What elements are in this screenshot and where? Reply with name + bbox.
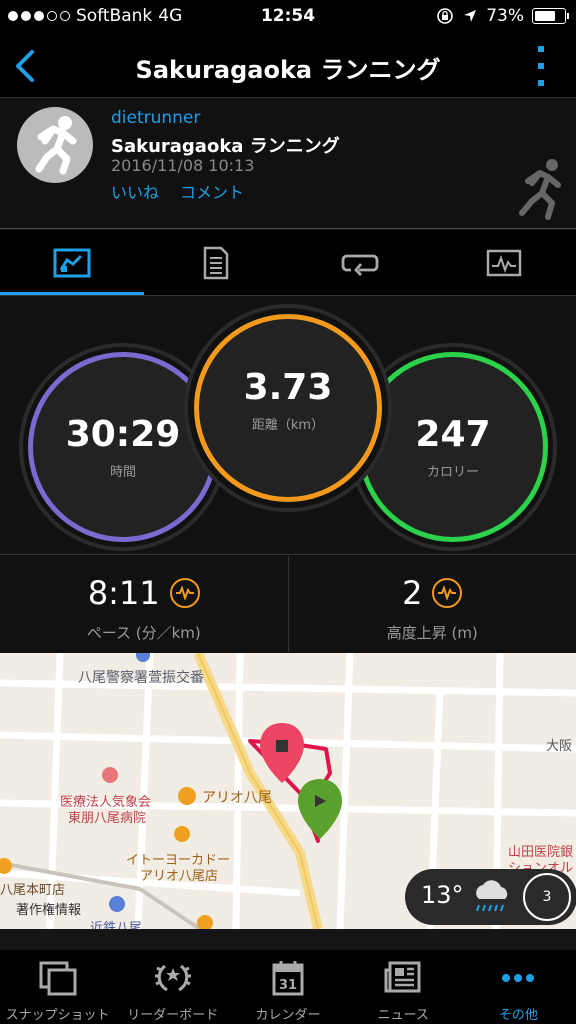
activity-name: Sakuragaoka ランニング bbox=[111, 136, 340, 157]
time-label: 時間 bbox=[109, 465, 136, 480]
distance-label: 距離（km） bbox=[251, 418, 325, 433]
tab-summary[interactable] bbox=[0, 230, 144, 295]
nav-news-label: ニュース bbox=[377, 1008, 429, 1023]
stats-rings: 30:29 時間 247 カロリー 3.73 距離（km） bbox=[0, 297, 576, 555]
graph-monitor-icon bbox=[486, 249, 522, 276]
metrics-row: 8:11 ペース (分／km) 2 高度上昇 (m) bbox=[0, 556, 576, 652]
pace-label: ペース (分／km) bbox=[86, 624, 201, 642]
map-label-itoyokado-2: アリオ八尾店 bbox=[140, 869, 219, 884]
elevation-pulse-icon bbox=[432, 578, 463, 608]
calendar-day: 31 bbox=[279, 978, 297, 993]
route-map[interactable]: 八尾警察署萱振交番 医療法人気象会 東朋八尾病院 アリオ八尾 イトーヨーカドー … bbox=[0, 653, 576, 929]
wind-speed-dial: 3 bbox=[523, 873, 571, 921]
summary-chart-icon bbox=[53, 248, 91, 277]
map-label-station: 八尾本町店 bbox=[0, 883, 66, 898]
elevation-label: 高度上昇 (m) bbox=[386, 624, 478, 642]
wind-speed: 3 bbox=[542, 889, 552, 905]
map-label-hospital-2: 東朋八尾病院 bbox=[68, 811, 147, 826]
comment-link[interactable]: コメント bbox=[180, 179, 244, 203]
nav-calendar-label: カレンダー bbox=[255, 1008, 321, 1023]
pace-metric[interactable]: 8:11 ペース (分／km) bbox=[0, 556, 288, 652]
news-icon bbox=[384, 961, 421, 993]
rain-cloud-icon bbox=[476, 880, 508, 912]
runner-avatar-icon bbox=[35, 116, 77, 175]
map-label-ario: アリオ八尾 bbox=[202, 790, 272, 806]
page-title: Sakuragaoka ランニング bbox=[135, 56, 441, 84]
nav-leaderboard-label: リーダーボード bbox=[127, 1008, 219, 1023]
battery-icon bbox=[532, 8, 569, 24]
elevation-value: 2 bbox=[402, 574, 423, 612]
like-link[interactable]: いいね bbox=[111, 179, 159, 203]
laps-loop-icon bbox=[341, 254, 379, 276]
bottom-navigation: スナップショット リーダーボード 31 カレンダー ニュース その他 bbox=[0, 950, 576, 1024]
tab-graphs[interactable] bbox=[432, 230, 576, 295]
battery-percent: 73% bbox=[486, 6, 524, 26]
activity-info: dietrunner Sakuragaoka ランニング 2016/11/08 … bbox=[0, 99, 576, 229]
map-label-police: 八尾警察署萱振交番 bbox=[78, 670, 204, 686]
map-label-kintetsu: 近鉄八尾 bbox=[90, 921, 143, 929]
nav-calendar[interactable]: 31 カレンダー bbox=[230, 950, 345, 1024]
status-bar: SoftBank 4G 12:54 73% bbox=[0, 0, 576, 34]
more-menu-icon[interactable] bbox=[536, 46, 546, 86]
pace-value: 8:11 bbox=[87, 574, 160, 612]
nav-more-label: その他 bbox=[498, 1008, 538, 1023]
nav-snapshot-label: スナップショット bbox=[5, 1008, 110, 1023]
status-right: 73% bbox=[436, 6, 569, 26]
orientation-lock-icon bbox=[437, 8, 454, 24]
map-label-osaka: 大阪 bbox=[546, 739, 573, 754]
calories-value: 247 bbox=[415, 414, 491, 455]
leaderboard-laurel-icon bbox=[154, 964, 191, 992]
elevation-metric[interactable]: 2 高度上昇 (m) bbox=[287, 556, 576, 652]
avatar[interactable] bbox=[17, 107, 93, 183]
username-link[interactable]: dietrunner bbox=[111, 108, 200, 128]
more-dots-icon bbox=[502, 974, 535, 982]
distance-value: 3.73 bbox=[243, 367, 333, 408]
tab-laps[interactable] bbox=[288, 230, 432, 295]
map-copyright-link[interactable]: 著作権情報 bbox=[16, 899, 81, 918]
activity-date: 2016/11/08 10:13 bbox=[111, 156, 255, 175]
map-footer-strip bbox=[0, 929, 576, 950]
nav-snapshot[interactable]: スナップショット bbox=[0, 950, 115, 1024]
weather-widget[interactable]: 13° 3 bbox=[405, 869, 576, 925]
tab-details[interactable] bbox=[144, 230, 288, 295]
snapshot-icon bbox=[39, 961, 77, 996]
pace-pulse-icon bbox=[169, 578, 200, 608]
activity-tabs bbox=[0, 230, 576, 296]
nav-news[interactable]: ニュース bbox=[346, 950, 461, 1024]
nav-leaderboard[interactable]: リーダーボード bbox=[115, 950, 230, 1024]
time-value: 30:29 bbox=[65, 414, 181, 455]
time-ring[interactable]: 30:29 時間 bbox=[28, 352, 218, 542]
calories-label: カロリー bbox=[426, 465, 479, 480]
calories-ring[interactable]: 247 カロリー bbox=[358, 352, 548, 542]
temperature: 13° bbox=[421, 881, 464, 909]
location-arrow-icon bbox=[464, 10, 477, 22]
calendar-icon: 31 bbox=[272, 961, 304, 996]
distance-ring[interactable]: 3.73 距離（km） bbox=[194, 314, 382, 502]
nav-more[interactable]: その他 bbox=[461, 950, 576, 1024]
details-document-icon bbox=[203, 246, 229, 279]
running-activity-icon bbox=[519, 159, 561, 220]
app-header: Sakuragaoka ランニング bbox=[0, 34, 576, 98]
